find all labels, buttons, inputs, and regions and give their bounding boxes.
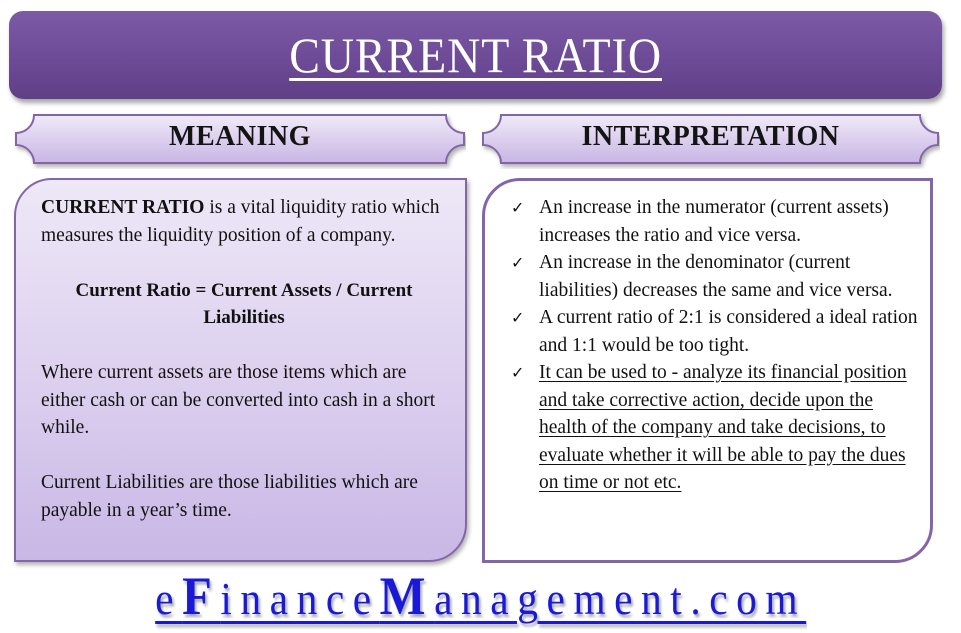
- check-icon: ✓: [511, 255, 525, 272]
- formula-line-2: Liabilities: [203, 307, 285, 328]
- list-item-text: A current ratio of 2:1 is considered a i…: [539, 307, 918, 356]
- definition-paragraph: CURRENT RATIO is a vital liquidity ratio…: [41, 194, 447, 249]
- site-link[interactable]: eFinanceManagement.com: [155, 565, 806, 627]
- site-link-part: M: [379, 566, 434, 626]
- interpretation-panel: ✓ An increase in the numerator (current …: [482, 178, 933, 563]
- list-item: ✓ An increase in the denominator (curren…: [511, 249, 920, 304]
- list-item: ✓ An increase in the numerator (current …: [511, 194, 920, 249]
- check-icon: ✓: [511, 200, 525, 217]
- page-title: CURRENT RATIO: [289, 27, 662, 83]
- meaning-header: MEANING: [14, 113, 466, 165]
- meaning-panel: CURRENT RATIO is a vital liquidity ratio…: [14, 178, 467, 562]
- footer: eFinanceManagement.com: [0, 566, 961, 626]
- site-link-part: inance: [220, 573, 380, 624]
- interpretation-header: INTERPRETATION: [481, 113, 940, 165]
- list-item: ✓ It can be used to - analyze its financ…: [511, 359, 920, 497]
- title-banner: CURRENT RATIO: [9, 11, 942, 99]
- list-item-text: An increase in the numerator (current as…: [539, 197, 889, 246]
- check-icon: ✓: [511, 365, 525, 382]
- formula-line-1: Current Ratio = Current Assets / Current: [75, 279, 413, 301]
- definition-term: CURRENT RATIO: [41, 197, 205, 218]
- site-link-part: e: [154, 573, 182, 624]
- interpretation-header-label: INTERPRETATION: [581, 121, 840, 152]
- current-assets-definition: Where current assets are those items whi…: [41, 362, 436, 438]
- check-icon: ✓: [511, 310, 525, 327]
- site-link-part: anagement.com: [433, 573, 807, 624]
- current-liabilities-definition: Current Liabilities are those liabilitie…: [41, 472, 418, 521]
- list-item: ✓ A current ratio of 2:1 is considered a…: [511, 304, 920, 359]
- list-item-text: An increase in the denominator (current …: [539, 252, 893, 301]
- list-item-text: It can be used to - analyze its financia…: [539, 362, 907, 493]
- meaning-header-label: MEANING: [169, 121, 311, 152]
- formula: Current Ratio = Current Assets / Current…: [41, 277, 447, 332]
- site-link-part: F: [181, 566, 221, 626]
